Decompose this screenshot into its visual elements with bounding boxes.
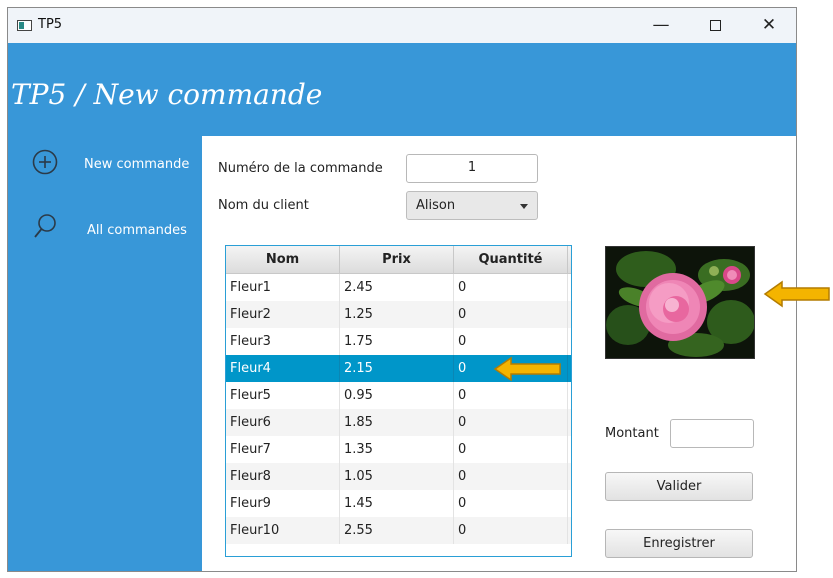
- cell-prix: 1.05: [340, 463, 454, 490]
- table-row[interactable]: Fleur5 0.95 0: [226, 382, 571, 409]
- window-title: TP5: [38, 17, 63, 32]
- plus-circle-icon: [32, 149, 58, 175]
- screenshot-frame: TP5 — ✕ TP5 / New commande New commande: [0, 0, 833, 578]
- amount-label: Montant: [605, 426, 659, 441]
- cell-nom: Fleur3: [226, 328, 340, 355]
- order-number-field[interactable]: 1: [406, 154, 538, 183]
- table-row[interactable]: Fleur2 1.25 0: [226, 301, 571, 328]
- maximize-button[interactable]: [692, 8, 738, 43]
- cell-nom: Fleur2: [226, 301, 340, 328]
- table-row[interactable]: Fleur8 1.05 0: [226, 463, 571, 490]
- table-row-partial[interactable]: [226, 544, 571, 556]
- cell-prix: 2.15: [340, 355, 454, 382]
- cell-quantite[interactable]: 0: [454, 409, 568, 436]
- cell-nom: Fleur10: [226, 517, 340, 544]
- app-icon: [17, 20, 32, 31]
- column-header-nom[interactable]: Nom: [226, 246, 340, 274]
- search-icon: [34, 214, 56, 238]
- cell-quantite[interactable]: 0: [454, 436, 568, 463]
- column-header-quantite[interactable]: Quantité: [454, 246, 568, 274]
- flower-photo: [606, 247, 755, 358]
- cell-nom: Fleur1: [226, 274, 340, 301]
- cell-prix: 0.95: [340, 382, 454, 409]
- cell-quantite[interactable]: 0: [454, 328, 568, 355]
- app-window: TP5 — ✕ TP5 / New commande New commande: [7, 7, 797, 572]
- cell-nom: Fleur8: [226, 463, 340, 490]
- table-row[interactable]: Fleur9 1.45 0: [226, 490, 571, 517]
- cell-nom: Fleur4: [226, 355, 340, 382]
- cell-nom: Fleur5: [226, 382, 340, 409]
- sidebar-item-new-commande[interactable]: New commande: [8, 144, 202, 184]
- cell-prix: 1.85: [340, 409, 454, 436]
- client-name-label: Nom du client: [218, 198, 309, 213]
- annotation-arrow-icon: [493, 356, 561, 382]
- table-row[interactable]: Fleur7 1.35 0: [226, 436, 571, 463]
- table-row[interactable]: Fleur10 2.55 0: [226, 517, 571, 544]
- app-header: TP5 / New commande: [8, 43, 796, 136]
- sidebar-item-all-commandes[interactable]: All commandes: [8, 209, 202, 249]
- close-button[interactable]: ✕: [746, 8, 792, 43]
- cell-nom: Fleur6: [226, 409, 340, 436]
- cell-prix: 1.35: [340, 436, 454, 463]
- cell-prix: 1.25: [340, 301, 454, 328]
- order-number-label: Numéro de la commande: [218, 161, 383, 176]
- main-content: Numéro de la commande 1 Nom du client Al…: [202, 136, 796, 571]
- page-title: TP5 / New commande: [11, 78, 323, 111]
- validate-button[interactable]: Valider: [605, 472, 753, 501]
- cell-prix: 1.45: [340, 490, 454, 517]
- table-row[interactable]: Fleur3 1.75 0: [226, 328, 571, 355]
- cell-quantite[interactable]: 0: [454, 463, 568, 490]
- cell-quantite[interactable]: 0: [454, 382, 568, 409]
- cell-quantite[interactable]: 0: [454, 274, 568, 301]
- cell-quantite[interactable]: 0: [454, 517, 568, 544]
- flower-image: [605, 246, 755, 359]
- minimize-button[interactable]: —: [638, 8, 684, 43]
- cell-quantite[interactable]: 0: [454, 490, 568, 517]
- table-header: Nom Prix Quantité: [226, 246, 571, 274]
- products-table: Nom Prix Quantité Fleur1 2.45 0 Fleur2 1…: [225, 245, 572, 557]
- cell-prix: 1.75: [340, 328, 454, 355]
- save-button[interactable]: Enregistrer: [605, 529, 753, 558]
- annotation-arrow-icon: [763, 280, 830, 308]
- client-select-value: Alison: [416, 198, 456, 213]
- table-row[interactable]: Fleur1 2.45 0: [226, 274, 571, 301]
- cell-prix: 2.45: [340, 274, 454, 301]
- table-row[interactable]: Fleur6 1.85 0: [226, 409, 571, 436]
- cell-prix: 2.55: [340, 517, 454, 544]
- chevron-down-icon: [520, 204, 528, 209]
- sidebar: New commande All commandes: [8, 136, 202, 571]
- cell-nom: Fleur9: [226, 490, 340, 517]
- sidebar-item-label: New commande: [84, 157, 190, 172]
- column-header-prix[interactable]: Prix: [340, 246, 454, 274]
- title-bar: TP5 — ✕: [8, 8, 796, 43]
- sidebar-item-label: All commandes: [87, 223, 187, 238]
- cell-nom: Fleur7: [226, 436, 340, 463]
- maximize-icon: [709, 19, 721, 31]
- cell-quantite[interactable]: 0: [454, 301, 568, 328]
- client-select[interactable]: Alison: [406, 191, 538, 220]
- amount-field[interactable]: [670, 419, 754, 448]
